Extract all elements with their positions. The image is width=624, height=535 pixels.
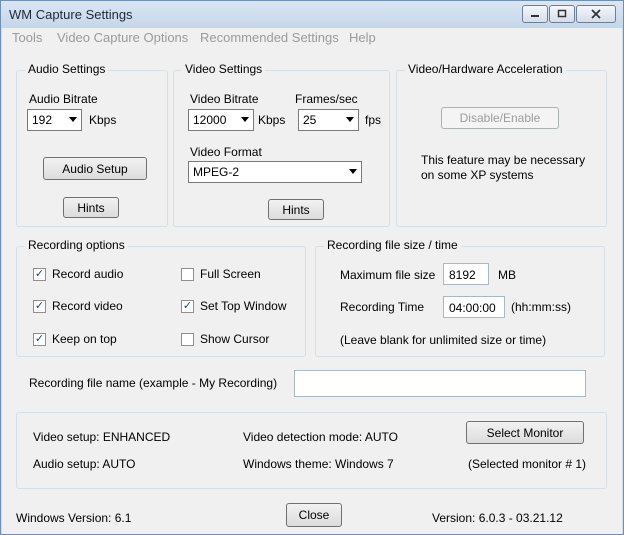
record-video-label: Record video [52,299,123,313]
record-audio-label: Record audio [52,267,124,281]
close-window-button[interactable] [576,5,616,23]
acceleration-group: Video/Hardware Acceleration Disable/Enab… [396,62,607,227]
recording-time-input[interactable]: 04:00:00 [443,296,505,318]
close-button[interactable]: Close [286,503,342,527]
audio-bitrate-value: 192 [32,113,53,127]
video-settings-group: Video Settings Video Bitrate 12000 Kbps … [173,62,390,227]
file-name-label: Recording file name (example - My Record… [29,376,278,390]
audio-settings-title: Audio Settings [25,62,109,76]
windows-version: Windows Version: 6.1 [16,511,132,525]
video-bitrate-label: Video Bitrate [190,92,259,106]
audio-setup-status: Audio setup: AUTO [33,457,136,471]
checkbox-box: ✓ [181,299,194,313]
disable-enable-button[interactable]: Disable/Enable [441,107,559,129]
acceleration-title: Video/Hardware Acceleration [405,62,566,76]
maximize-icon [550,6,574,22]
keep-on-top-checkbox[interactable]: ✓ Keep on top [33,332,117,346]
video-format-select[interactable]: MPEG-2 [188,161,362,183]
acceleration-note-line2: on some XP systems [421,168,534,182]
audio-setup-button[interactable]: Audio Setup [43,157,147,180]
caption-buttons [521,5,616,23]
checkbox-box: ✓ [33,299,46,313]
checkbox-box: ✓ [33,267,46,281]
chevron-down-icon [349,169,357,174]
title-bar[interactable]: WM Capture Settings [1,1,623,28]
select-monitor-button[interactable]: Select Monitor [466,421,584,444]
detection-mode-status: Video detection mode: AUTO [243,430,398,444]
menu-help[interactable]: Help [349,30,376,45]
full-screen-label: Full Screen [200,267,261,281]
video-bitrate-unit: Kbps [258,113,286,127]
recording-options-group: Recording options ✓ Record audio ✓ Recor… [16,238,306,357]
fps-unit: fps [365,113,382,127]
audio-settings-group: Audio Settings Audio Bitrate 192 Kbps Au… [16,62,168,227]
record-audio-checkbox[interactable]: ✓ Record audio [33,267,123,281]
fps-label: Frames/sec [295,92,358,106]
file-size-group: Recording file size / time Maximum file … [315,238,605,357]
acceleration-note-line1: This feature may be necessary [421,153,586,167]
show-cursor-checkbox[interactable]: Show Cursor [181,332,269,346]
minimize-icon [523,6,547,22]
file-name-input[interactable] [294,370,586,397]
max-file-size-label: Maximum file size [340,268,436,282]
chevron-down-icon [241,117,249,122]
info-panel: Video setup: ENHANCED Audio setup: AUTO … [16,412,607,489]
video-format-label: Video Format [190,145,262,159]
maximize-button[interactable] [549,5,575,23]
recording-time-label: Recording Time [340,300,425,314]
fps-value: 25 [303,113,317,127]
set-top-window-checkbox[interactable]: ✓ Set Top Window [181,299,287,313]
record-video-checkbox[interactable]: ✓ Record video [33,299,123,313]
file-size-note: (Leave blank for unlimited size or time) [340,333,547,347]
show-cursor-label: Show Cursor [200,332,270,346]
chevron-down-icon [346,117,354,122]
fps-select[interactable]: 25 [298,109,359,131]
app-version: Version: 6.0.3 - 03.21.12 [432,511,563,525]
video-format-value: MPEG-2 [193,165,240,179]
menu-recommended-settings[interactable]: Recommended Settings [200,30,339,45]
menu-video-capture-options[interactable]: Video Capture Options [57,30,188,45]
recording-options-title: Recording options [25,238,128,252]
audio-hints-button[interactable]: Hints [63,197,119,218]
video-bitrate-value: 12000 [193,113,227,127]
menu-tools[interactable]: Tools [12,30,42,45]
selected-monitor-status: (Selected monitor # 1) [468,457,587,471]
minimize-button[interactable] [522,5,548,23]
max-file-size-unit: MB [498,268,516,282]
close-icon [577,6,615,22]
menu-bar: Tools Video Capture Options Recommended … [2,28,622,48]
video-bitrate-select[interactable]: 12000 [188,109,254,131]
checkbox-box [181,267,194,281]
keep-on-top-label: Keep on top [52,332,117,346]
checkbox-box: ✓ [33,332,46,346]
audio-bitrate-label: Audio Bitrate [29,92,98,106]
video-settings-title: Video Settings [182,62,266,76]
max-file-size-input[interactable]: 8192 [443,263,489,285]
chevron-down-icon [69,117,77,122]
client-area: Audio Settings Audio Bitrate 192 Kbps Au… [2,48,622,534]
window-title: WM Capture Settings [9,7,133,22]
video-hints-button[interactable]: Hints [268,199,324,220]
set-top-window-label: Set Top Window [200,299,287,313]
audio-bitrate-unit: Kbps [89,113,117,127]
audio-bitrate-select[interactable]: 192 [27,109,82,131]
windows-theme-status: Windows theme: Windows 7 [243,457,394,471]
recording-time-unit: (hh:mm:ss) [511,300,571,314]
settings-window: WM Capture Settings Tools Video Capture … [0,0,624,535]
file-size-title: Recording file size / time [324,238,461,252]
checkbox-box [181,332,194,346]
video-setup-status: Video setup: ENHANCED [33,430,171,444]
full-screen-checkbox[interactable]: Full Screen [181,267,261,281]
